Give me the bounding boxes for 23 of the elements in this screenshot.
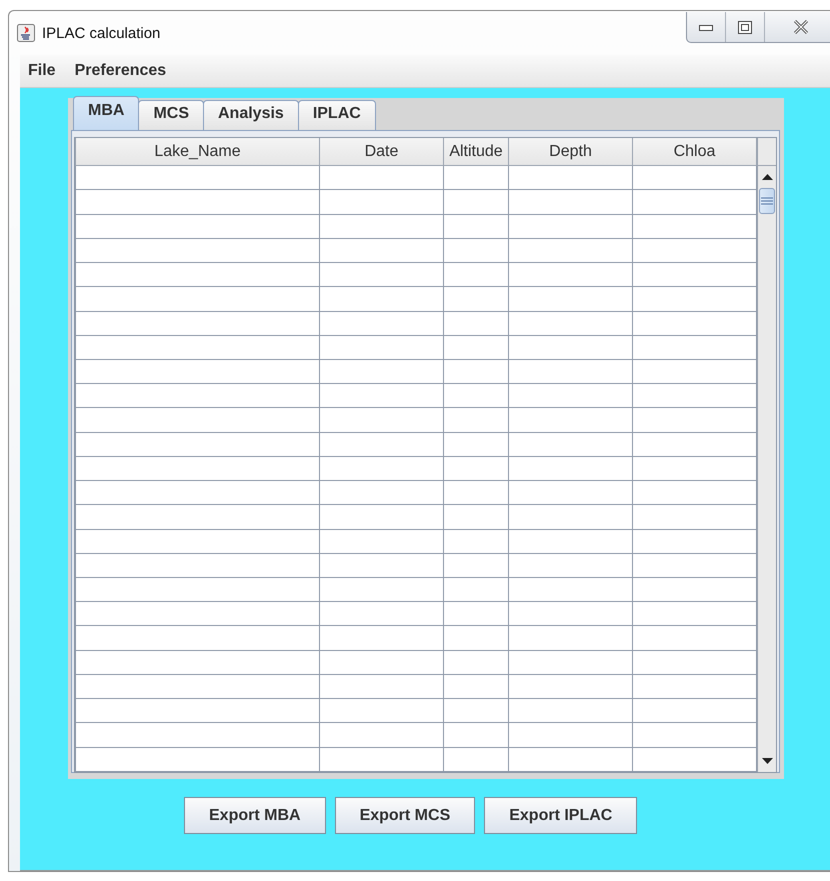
tab[interactable]: MBA (73, 96, 140, 130)
close-icon[interactable] (793, 20, 809, 34)
column-header[interactable]: Depth (508, 138, 632, 166)
column-header[interactable]: Date (320, 138, 444, 166)
export-button[interactable]: Export IPLAC (484, 797, 638, 834)
scroll-up-icon[interactable] (762, 174, 772, 180)
tab[interactable]: MCS (138, 100, 204, 130)
minimize-icon[interactable] (699, 23, 713, 31)
scroll-down-icon[interactable] (762, 758, 772, 764)
menu-item[interactable]: Preferences (74, 62, 166, 80)
column-header[interactable]: Chloa (632, 138, 756, 166)
export-button[interactable]: Export MCS (334, 797, 476, 834)
scrollbar[interactable] (757, 138, 776, 772)
maximize-icon[interactable] (738, 20, 752, 34)
column-header[interactable]: Lake_Name (76, 138, 320, 166)
tab[interactable]: Analysis (203, 100, 299, 130)
export-button[interactable]: Export MBA (184, 797, 326, 834)
window-title: IPLAC calculation (42, 24, 160, 42)
column-header[interactable]: Altitude (444, 138, 508, 166)
grip-icon[interactable] (761, 197, 773, 205)
tab[interactable]: IPLAC (298, 100, 376, 130)
menu-item[interactable]: File (28, 62, 56, 80)
app-icon (17, 24, 35, 42)
